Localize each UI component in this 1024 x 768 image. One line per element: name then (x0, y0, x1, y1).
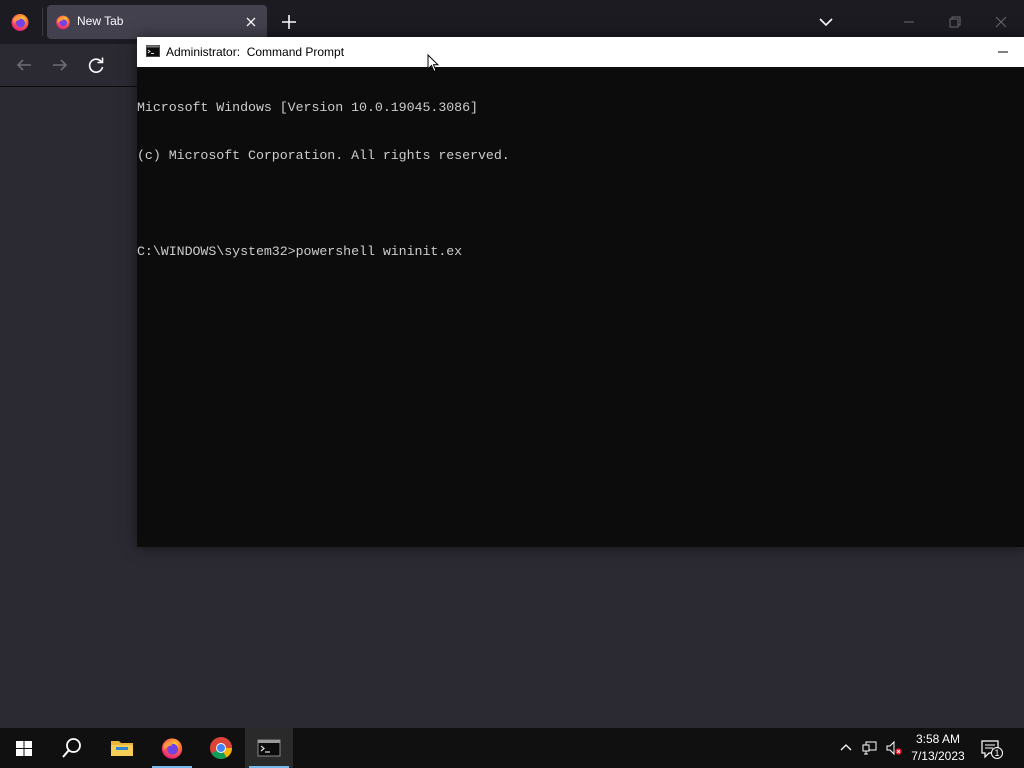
arrow-right-icon[interactable] (49, 54, 71, 76)
search-button[interactable] (48, 728, 96, 768)
command-prompt-taskbar-button[interactable] (245, 728, 293, 768)
cmd-icon (257, 739, 281, 757)
mouse-cursor-icon (427, 54, 439, 73)
firefox-icon[interactable] (10, 12, 30, 32)
chrome-icon (210, 737, 232, 759)
close-window-icon[interactable] (990, 12, 1012, 32)
plus-icon[interactable] (280, 13, 298, 31)
console-line: Microsoft Windows [Version 10.0.19045.30… (137, 100, 478, 115)
tab-separator (42, 8, 43, 36)
console-prompt-line: C:\WINDOWS\system32>powershell wininit.e… (137, 244, 463, 259)
command-prompt-window[interactable]: Administrator: Command Prompt Microsoft … (137, 37, 1024, 547)
reload-icon[interactable] (85, 54, 107, 76)
arrow-left-icon[interactable] (13, 54, 35, 76)
tab-title: New Tab (77, 14, 124, 28)
clock-time: 3:58 AM (915, 732, 961, 746)
action-center-button[interactable]: 1 (980, 738, 1004, 760)
cmd-titlebar[interactable]: Administrator: Command Prompt (137, 37, 1024, 67)
chevron-down-icon[interactable] (818, 15, 834, 29)
search-icon (62, 738, 81, 758)
minimize-window-icon[interactable] (898, 12, 920, 32)
close-tab-icon[interactable] (244, 15, 258, 29)
folder-icon (111, 741, 133, 756)
console-output[interactable]: Microsoft Windows [Version 10.0.19045.30… (137, 68, 1024, 547)
start-button[interactable] (0, 728, 48, 768)
chrome-taskbar-button[interactable] (197, 728, 245, 768)
minimize-icon[interactable] (996, 46, 1010, 58)
cmd-icon (146, 45, 160, 57)
system-clock[interactable]: 3:58 AM 7/13/2023 (904, 731, 972, 765)
tab-new-tab[interactable]: New Tab (47, 5, 267, 39)
console-line: (c) Microsoft Corporation. All rights re… (137, 148, 510, 163)
taskbar: 3:58 AM 7/13/2023 1 (0, 728, 1024, 768)
restore-window-icon[interactable] (944, 12, 966, 32)
cmd-window-title: Administrator: Command Prompt (166, 45, 345, 59)
volume-muted-icon[interactable] (886, 740, 902, 756)
firefox-taskbar-button[interactable] (148, 728, 196, 768)
firefox-favicon-icon (56, 15, 70, 30)
notification-icon (981, 740, 1003, 759)
file-explorer-button[interactable] (98, 728, 146, 768)
network-icon[interactable] (862, 740, 878, 756)
clock-date: 7/13/2023 (911, 749, 965, 763)
chevron-up-icon[interactable] (838, 740, 854, 756)
notification-count: 1 (994, 748, 1000, 758)
firefox-icon (161, 738, 183, 759)
windows-logo-icon (16, 741, 32, 756)
